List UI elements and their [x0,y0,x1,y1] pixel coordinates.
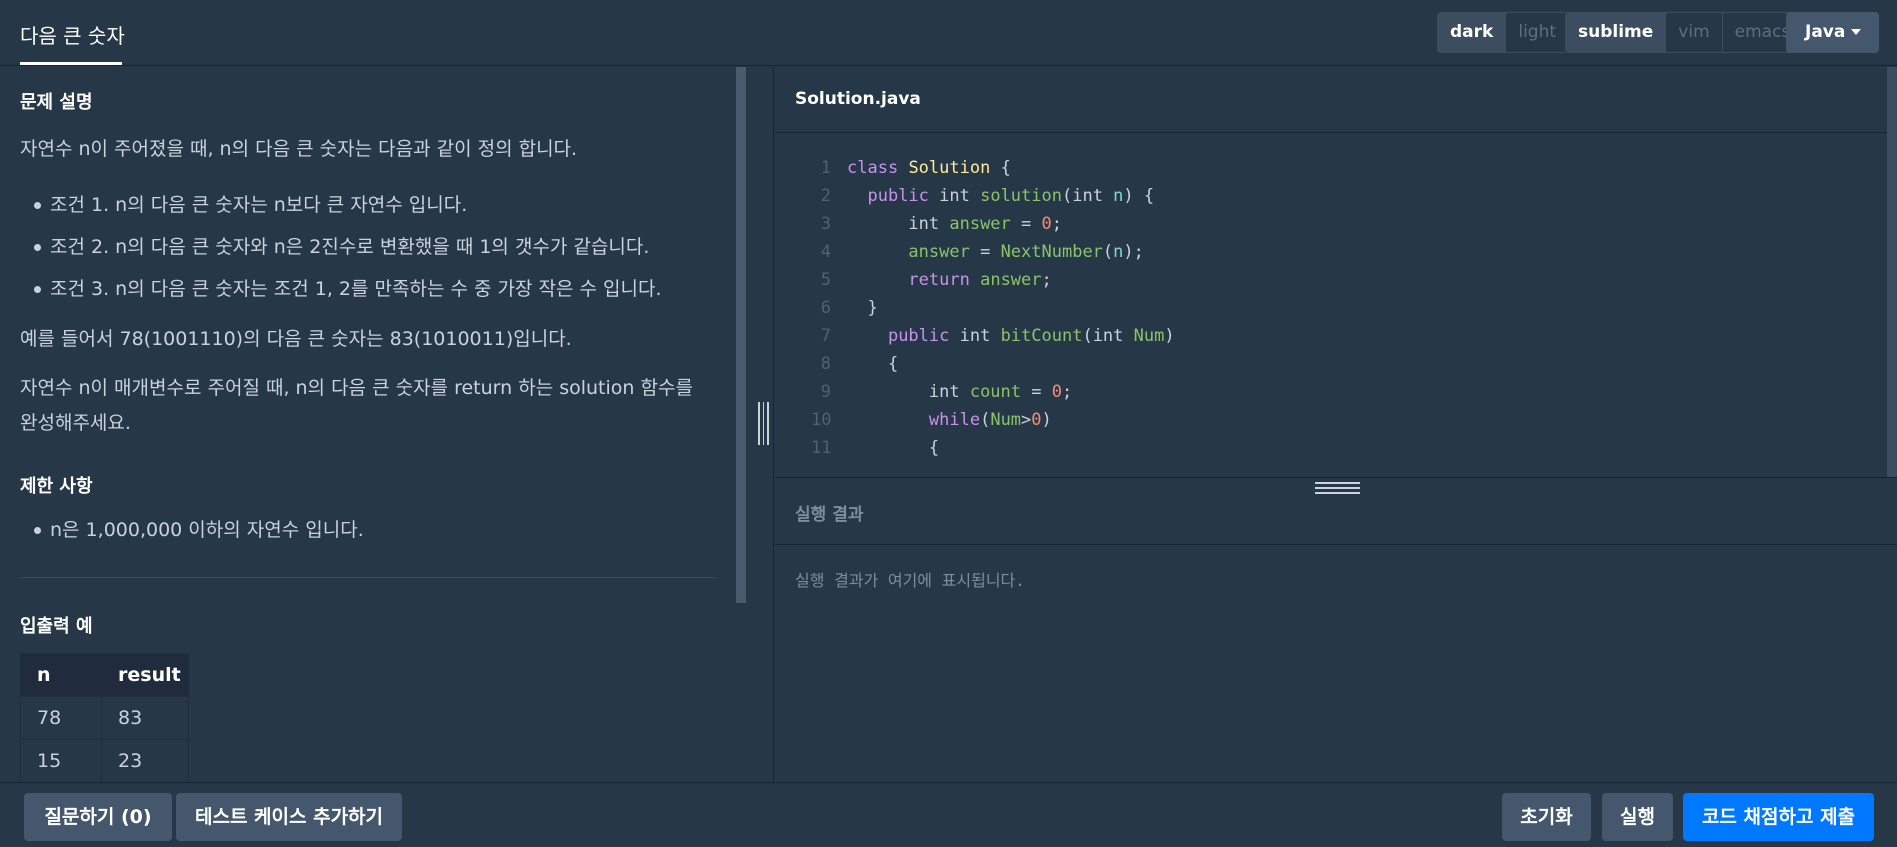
reset-button[interactable]: 초기화 [1502,793,1591,841]
code-line: 4 answer = NextNumber(n); [775,238,1875,266]
splitter-grip-icon[interactable] [758,402,769,445]
line-number: 6 [820,298,831,318]
run-button[interactable]: 실행 [1602,793,1673,841]
line-number: 4 [820,242,831,262]
line-number: 2 [820,186,831,206]
table-header-result: result [101,653,189,697]
io-heading: 입출력 예 [20,616,93,637]
code-line: 10 while(Num>0) [775,406,1875,434]
section-divider [20,577,716,578]
task-text-line1: 자연수 n이 매개변수로 주어질 때, n의 다음 큰 숫자를 return 하… [20,377,693,399]
example-text: 예를 들어서 78(1001110)의 다음 큰 숫자는 83(1010011)… [20,328,572,350]
theme-dark-option[interactable]: dark [1438,13,1507,52]
file-tab: Solution.java [775,67,1897,133]
problem-scrollbar[interactable] [736,67,746,603]
theme-light-option[interactable]: light [1506,13,1569,52]
top-bar: 다음 큰 숫자 dark light sublime vim emacs Jav… [0,0,1897,66]
code-line: 1 class Solution { [775,154,1875,182]
table-cell: 23 [101,739,189,782]
table-header-row: n result [20,653,189,697]
task-text-line2: 완성해주세요. [20,412,131,434]
code-line: 9 int count = 0; [775,378,1875,406]
list-item: 조건 2. n의 다음 큰 숫자와 n은 2진수로 변환했을 때 1의 갯수가 … [0,226,716,268]
result-panel: 실행 결과 실행 결과가 여기에 표시됩니다. [775,477,1897,782]
code-input-area[interactable]: 1 class Solution { 2 public int solution(… [775,134,1897,477]
chevron-down-icon [1851,29,1862,35]
line-number: 8 [820,354,831,374]
code-line: 11 { [775,434,1875,462]
code-editor: Solution.java 1 class Solution { 2 public… [775,67,1897,477]
keymap-toggle: sublime vim emacs [1565,12,1804,53]
submit-button[interactable]: 코드 채점하고 제출 [1683,793,1874,841]
language-dropdown-label: Java [1805,22,1846,42]
line-number: 7 [820,326,831,346]
io-example-table: n result 78 83 15 23 [20,653,189,782]
problem-panel: 문제 설명 자연수 n이 주어졌을 때, n의 다음 큰 숫자는 다음과 같이 … [0,67,746,782]
result-output: 실행 결과가 여기에 표시됩니다. [795,571,1025,590]
keymap-sublime-option[interactable]: sublime [1566,13,1667,52]
bottom-action-bar: 질문하기 (0) 테스트 케이스 추가하기 초기화 실행 코드 채점하고 제출 [0,782,1897,847]
line-number: 9 [820,382,831,402]
add-test-case-button[interactable]: 테스트 케이스 추가하기 [176,793,402,841]
ask-question-button[interactable]: 질문하기 (0) [24,793,172,841]
limits-list: n은 1,000,000 이하의 자연수 입니다. [0,509,716,551]
limits-heading: 제한 사항 [20,476,93,497]
table-cell: 15 [20,739,102,782]
resize-grip-icon[interactable] [1315,482,1360,494]
code-line: 3 int answer = 0; [775,210,1875,238]
list-item: n은 1,000,000 이하의 자연수 입니다. [0,509,716,551]
code-line: 8 { [775,350,1875,378]
editor-scrollbar[interactable] [1887,67,1897,477]
theme-toggle: dark light [1437,12,1570,53]
line-number: 5 [820,270,831,290]
line-number: 1 [820,158,831,178]
table-header-n: n [20,653,102,697]
line-number: 10 [811,410,832,430]
description-intro: 자연수 n이 주어졌을 때, n의 다음 큰 숫자는 다음과 같이 정의 합니다… [20,138,578,160]
language-dropdown[interactable]: Java [1786,12,1879,53]
list-item: 조건 3. n의 다음 큰 숫자는 조건 1, 2를 만족하는 수 중 가장 작… [0,268,716,310]
code-line: 5 return answer; [775,266,1875,294]
table-cell: 83 [101,696,189,740]
code-line: 7 public int bitCount(int Num) [775,322,1875,350]
line-number: 11 [811,438,832,458]
conditions-list: 조건 1. n의 다음 큰 숫자는 n보다 큰 자연수 입니다. 조건 2. n… [0,184,716,310]
code-line: 6 } [775,294,1875,322]
file-name: Solution.java [795,89,921,109]
keymap-vim-option[interactable]: vim [1666,13,1723,52]
table-row: 78 83 [20,696,189,740]
description-heading: 문제 설명 [20,92,93,113]
problem-title-tab[interactable]: 다음 큰 숫자 [20,20,125,49]
table-cell: 78 [20,696,102,740]
line-number: 3 [820,214,831,234]
active-tab-indicator [20,62,122,65]
list-item: 조건 1. n의 다음 큰 숫자는 n보다 큰 자연수 입니다. [0,184,716,226]
table-row: 15 23 [20,739,189,782]
result-title: 실행 결과 [795,505,864,525]
code-line: 2 public int solution(int n) { [775,182,1875,210]
